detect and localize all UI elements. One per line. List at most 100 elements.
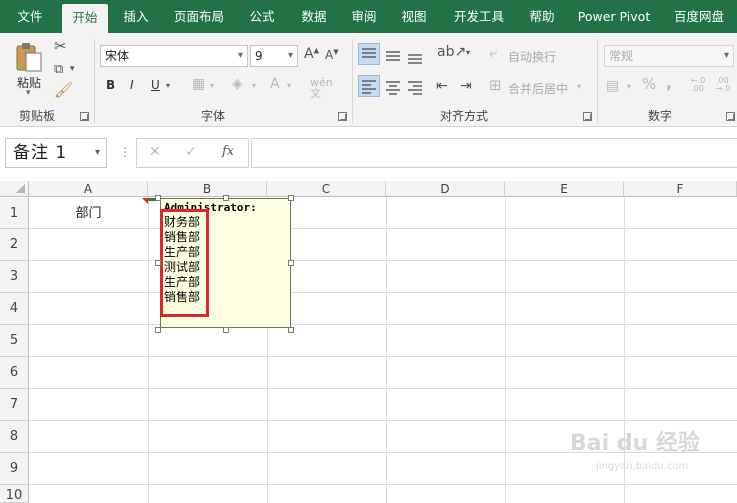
font-color-dropdown-icon[interactable]: ▾ [287,82,291,90]
tab-page-layout[interactable]: 页面布局 [166,0,232,33]
underline-dropdown-icon[interactable]: ▾ [166,82,170,90]
column-header-f[interactable]: F [624,181,737,197]
font-launcher-icon[interactable] [338,112,347,121]
decrease-font-icon[interactable]: A▼ [325,49,339,62]
row-header-8[interactable]: 8 [0,421,29,453]
column-header-a[interactable]: A [29,181,148,197]
align-center-icon[interactable] [383,77,403,100]
italic-button[interactable]: I [130,79,134,91]
font-size-select[interactable]: 9 ▾ [250,45,298,67]
underline-button[interactable]: U [151,79,160,91]
fill-color-dropdown-icon[interactable]: ▾ [252,82,256,90]
cancel-icon[interactable]: ✕ [149,145,161,159]
copy-dropdown-icon[interactable]: ▾ [70,65,75,74]
tab-data[interactable]: 数据 [292,0,336,33]
column-header-b[interactable]: B [148,181,267,197]
resize-handle[interactable] [288,327,294,333]
tab-home[interactable]: 开始 [62,4,108,33]
align-right-icon[interactable] [405,77,425,100]
bold-button[interactable]: B [106,79,115,91]
resize-handle[interactable] [155,260,161,266]
font-name-value: 宋体 [105,49,130,63]
font-name-select[interactable]: 宋体 ▾ [100,45,248,67]
formula-buttons: ✕ ✓ fx [136,138,249,168]
border-icon[interactable]: ▦ [192,77,205,91]
font-color-icon[interactable]: A [270,77,280,91]
phonetic-icon[interactable]: wén 文 [310,77,333,99]
name-box[interactable]: 备注 1 ▾ [5,138,107,168]
format-painter-icon[interactable]: 🖌 [54,83,73,98]
row-header-7[interactable]: 7 [0,389,29,421]
resize-handle[interactable] [155,195,161,201]
resize-handle[interactable] [288,195,294,201]
name-box-value: 备注 1 [13,143,68,163]
merge-center-button[interactable]: 合并后居中 [508,80,568,97]
tab-power-pivot[interactable]: Power Pivot [574,0,654,33]
resize-handle[interactable] [155,327,161,333]
copy-icon[interactable]: ⧉ [54,63,63,76]
align-bottom-icon[interactable] [405,45,425,68]
column-header-d[interactable]: D [386,181,505,197]
merge-center-icon[interactable]: ⊞ [489,78,502,93]
number-launcher-icon[interactable] [726,112,735,121]
more-options-icon[interactable]: ⋮ [119,146,131,158]
comma-button[interactable]: , [666,75,672,91]
column-header-e[interactable]: E [505,181,624,197]
tab-insert[interactable]: 插入 [114,0,158,33]
font-group-label: 字体 [201,109,226,123]
orientation-icon[interactable]: ab↗ [437,45,466,59]
row-header-4[interactable]: 4 [0,293,29,325]
number-format-select[interactable]: 常规 ▾ [604,45,734,67]
percent-button[interactable]: % [642,77,656,92]
accounting-dropdown-icon[interactable]: ▾ [627,83,631,91]
resize-handle[interactable] [288,260,294,266]
fill-color-icon[interactable]: ◈ [232,77,243,91]
accounting-format-icon[interactable]: ▤ [606,79,619,93]
formula-input[interactable] [251,138,737,168]
insert-function-icon[interactable]: fx [222,145,234,158]
clipboard-launcher-icon[interactable] [80,112,89,121]
resize-handle[interactable] [223,327,229,333]
row-header-3[interactable]: 3 [0,261,29,293]
tab-developer[interactable]: 开发工具 [446,0,512,33]
select-all-button[interactable] [0,181,29,197]
resize-handle[interactable] [223,195,229,201]
border-dropdown-icon[interactable]: ▾ [210,82,214,90]
row-header-2[interactable]: 2 [0,229,29,261]
tab-review[interactable]: 审阅 [342,0,386,33]
cut-icon[interactable]: ✂ [54,39,67,54]
increase-font-icon[interactable]: A▲ [304,47,319,61]
row-header-10[interactable]: 10 [0,485,29,503]
decrease-indent-icon[interactable]: ⇤ [436,79,448,93]
align-middle-icon[interactable] [383,45,403,68]
cell-a1[interactable]: 部门 [29,198,148,229]
row-header-5[interactable]: 5 [0,325,29,357]
tab-file[interactable]: 文件 [0,0,60,33]
column-header-c[interactable]: C [267,181,386,197]
gridline [29,388,737,389]
paste-dropdown-icon[interactable]: ▾ [26,89,31,98]
enter-icon[interactable]: ✓ [185,145,197,159]
tab-view[interactable]: 视图 [392,0,436,33]
paste-icon[interactable] [14,41,44,72]
align-left-button[interactable] [358,75,380,97]
orientation-dropdown-icon[interactable]: ▾ [466,49,470,57]
tab-help[interactable]: 帮助 [520,0,564,33]
wrap-text-button[interactable]: 自动换行 [508,48,556,65]
alignment-launcher-icon[interactable] [583,112,592,121]
row-header-9[interactable]: 9 [0,453,29,485]
tab-baidu-netdisk[interactable]: 百度网盘 [664,0,734,33]
row-header-1[interactable]: 1 [0,198,29,229]
ribbon-home: 粘贴 ▾ ✂ ⧉ ▾ 🖌 剪贴板 宋体 ▾ 9 ▾ A▲ A▼ B I U ▾ … [0,33,737,127]
tab-formulas[interactable]: 公式 [240,0,284,33]
wrap-text-icon[interactable]: ⤶ [489,45,497,60]
decrease-decimal-icon[interactable]: .00 →.0 [716,77,730,93]
group-separator [352,39,353,123]
align-top-button[interactable] [358,43,380,65]
increase-indent-icon[interactable]: ⇥ [460,79,472,93]
row-header-6[interactable]: 6 [0,357,29,389]
merge-dropdown-icon[interactable]: ▾ [577,83,581,91]
gridline [505,197,506,503]
increase-decimal-icon[interactable]: ←.0.00 [691,77,705,93]
chevron-down-icon: ▾ [287,50,293,61]
